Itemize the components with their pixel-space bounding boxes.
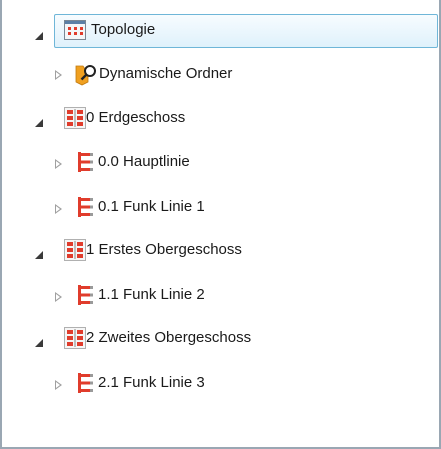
tree-node-label: Topologie	[91, 21, 156, 38]
topology-tree-panel: Topologie Dynamische Ordner 0 Erdgeschos	[0, 0, 441, 449]
tree-node-label: 1 Erstes Obergeschoss	[86, 241, 242, 258]
collapse-toggle-icon[interactable]	[52, 202, 66, 216]
expand-toggle-icon[interactable]	[32, 115, 46, 129]
tree-node-label: 1.1 Funk Linie 2	[98, 286, 205, 303]
collapse-toggle-icon[interactable]	[52, 290, 66, 304]
area-icon	[64, 107, 86, 129]
folder-search-icon	[74, 62, 98, 86]
collapse-toggle-icon[interactable]	[52, 157, 66, 171]
line-icon	[76, 371, 94, 395]
line-icon	[76, 150, 94, 174]
tree-node-label: 0 Erdgeschoss	[86, 109, 186, 126]
topology-icon	[64, 20, 86, 40]
expand-toggle-icon[interactable]	[32, 28, 46, 42]
tree-node-label: 2.1 Funk Linie 3	[98, 374, 205, 391]
expand-toggle-icon[interactable]	[32, 247, 46, 261]
tree-node-label: Dynamische Ordner	[99, 65, 233, 82]
line-icon	[76, 195, 94, 219]
tree-node-label: 0.1 Funk Linie 1	[98, 198, 205, 215]
line-icon	[76, 283, 94, 307]
area-icon	[64, 327, 86, 349]
area-icon	[64, 239, 86, 261]
tree-node-label: 2 Zweites Obergeschoss	[86, 329, 252, 346]
collapse-toggle-icon[interactable]	[52, 68, 66, 82]
expand-toggle-icon[interactable]	[32, 335, 46, 349]
tree-node-label: 0.0 Hauptlinie	[98, 153, 190, 170]
collapse-toggle-icon[interactable]	[52, 378, 66, 392]
